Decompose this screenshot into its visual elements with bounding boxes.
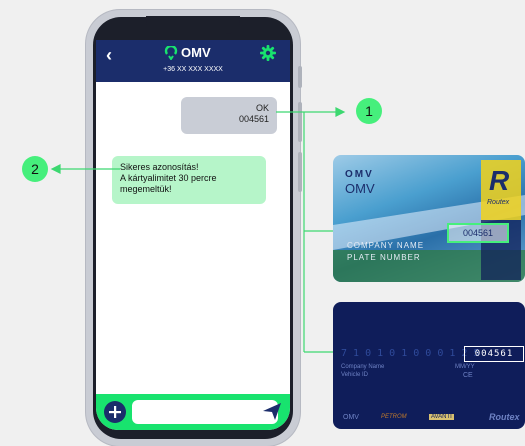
card-line: PLATE NUMBER (347, 253, 421, 262)
card-brand-name: OMV (345, 181, 375, 196)
footer-brand: Routex (489, 412, 520, 422)
highlighted-code: 004561 (447, 223, 509, 243)
ce-mark: CE (463, 372, 473, 379)
partner-name: Routex (487, 199, 510, 206)
card-number: 7 1 0 1 0 1 0 0 0 1 2 5 (341, 348, 480, 359)
expiry-label: MM/YY (455, 364, 475, 370)
partner-logo: R (489, 165, 510, 196)
footer-brand: OMV (343, 414, 359, 421)
card-brand-logo: OMV (345, 169, 374, 180)
field-vehicle: Vehicle ID (341, 372, 369, 378)
footer-brand: AVANTI (429, 414, 454, 420)
highlighted-code: 004561 (464, 346, 524, 362)
footer-brand: PETROM (381, 414, 407, 420)
fuel-card-back: 7 1 0 1 0 1 0 0 0 1 2 5 004561 Company N… (333, 302, 525, 429)
field-company: Company Name (341, 364, 385, 370)
fuel-card-front: OMV OMV R Routex COMPANY NAME PLATE NUMB… (333, 155, 525, 282)
step-marker-2: 2 (22, 156, 48, 182)
card-line: COMPANY NAME (347, 241, 425, 250)
step-marker-1: 1 (356, 98, 382, 124)
